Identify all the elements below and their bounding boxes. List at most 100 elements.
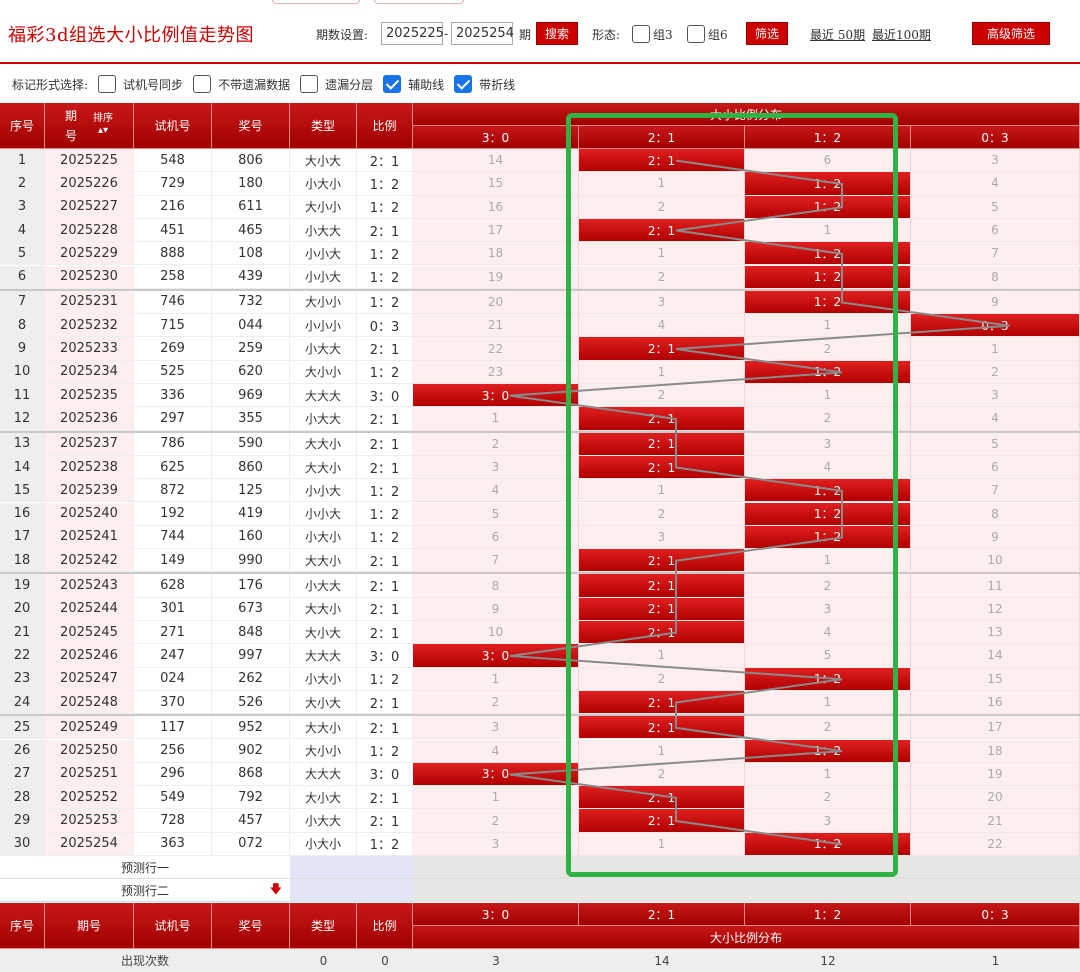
trend-table: 序号 期号 排序 ▴▾ 试机号 奖号 类型 比例 大小比例分布 3：0 2：1 1：… — [0, 0, 1080, 972]
dist-miss-cell: 20 — [911, 786, 1080, 810]
cell-trial: 746 — [134, 290, 212, 315]
cell-prize: 997 — [212, 644, 290, 668]
dist-hit-cell: 2：1 — [579, 809, 745, 833]
dist-miss-cell: 3 — [579, 525, 745, 550]
cell-period: 2025228 — [45, 218, 134, 243]
dist-miss-cell: 1 — [579, 479, 745, 503]
cell-prize: 259 — [212, 337, 290, 361]
cell-seq: 8 — [0, 314, 45, 338]
header-period-label: 期号 — [64, 108, 77, 143]
cell-prize: 419 — [212, 502, 290, 526]
dist-miss-cell: 1 — [579, 242, 745, 266]
dist-miss-cell: 7 — [413, 549, 579, 573]
cell-trial: 258 — [134, 265, 212, 289]
cell-period: 2025253 — [45, 809, 134, 833]
cell-period: 2025235 — [45, 384, 134, 408]
cell-type: 大大小 — [290, 716, 357, 740]
dist-miss-cell: 23 — [413, 360, 579, 384]
dist-miss-cell: 3 — [745, 809, 911, 833]
cell-period: 2025232 — [45, 314, 134, 338]
cell-prize: 180 — [212, 172, 290, 196]
cell-ratio: 2：1 — [357, 432, 413, 456]
cell-type: 大大小 — [290, 455, 357, 480]
cell-type: 大小小 — [290, 195, 357, 219]
cell-ratio: 3：0 — [357, 644, 413, 668]
cell-type: 小大大 — [290, 574, 357, 598]
header-period[interactable]: 期号 排序 ▴▾ — [45, 103, 134, 149]
dist-miss-cell: 18 — [911, 739, 1080, 763]
cell-trial: 024 — [134, 667, 212, 691]
predict-row-2-input-area[interactable] — [290, 879, 413, 902]
cell-seq: 13 — [0, 432, 45, 456]
cell-trial: 256 — [134, 739, 212, 763]
cell-trial: 269 — [134, 337, 212, 361]
cell-ratio: 2：1 — [357, 549, 413, 573]
cell-type: 小大大 — [290, 407, 357, 431]
dist-miss-cell: 2 — [413, 432, 579, 456]
down-arrow-icon[interactable]: 🡇 — [270, 880, 282, 901]
cell-type: 小小大 — [290, 502, 357, 526]
dist-miss-cell: 14 — [911, 644, 1080, 668]
cell-trial: 247 — [134, 644, 212, 668]
predict-row-1[interactable]: 预测行一 — [0, 856, 290, 879]
cell-trial: 297 — [134, 407, 212, 431]
cell-prize: 465 — [212, 218, 290, 243]
footer-header-dist-title: 大小比例分布 — [413, 926, 1080, 949]
dist-hit-cell: 1：2 — [745, 525, 911, 550]
dist-hit-cell: 1：2 — [745, 242, 911, 266]
dist-miss-cell: 5 — [413, 502, 579, 526]
cell-period: 2025239 — [45, 479, 134, 503]
cell-ratio: 1：2 — [357, 290, 413, 315]
dist-miss-cell: 8 — [911, 265, 1080, 289]
cell-ratio: 1：2 — [357, 525, 413, 550]
cell-seq: 1 — [0, 149, 45, 173]
predict-row-1-dist-area[interactable] — [413, 856, 1080, 879]
cell-trial: 872 — [134, 479, 212, 503]
cell-type: 大大小 — [290, 432, 357, 456]
cell-type: 大大小 — [290, 597, 357, 621]
cell-period: 2025237 — [45, 432, 134, 456]
dist-miss-cell: 1 — [413, 407, 579, 431]
dist-miss-cell: 2 — [745, 786, 911, 810]
predict-row-1-input-area[interactable] — [290, 856, 413, 879]
cell-period: 2025234 — [45, 360, 134, 384]
dist-hit-cell: 2：1 — [579, 455, 745, 480]
cell-seq: 16 — [0, 502, 45, 526]
footer-counts-label: 出现次数 — [0, 949, 290, 972]
cell-seq: 12 — [0, 407, 45, 431]
predict-row-2[interactable]: 预测行二 🡇 — [0, 879, 290, 902]
predict-row-2-dist-area[interactable] — [413, 879, 1080, 902]
cell-seq: 22 — [0, 644, 45, 668]
cell-type: 大大大 — [290, 644, 357, 668]
cell-type: 小大小 — [290, 525, 357, 550]
cell-period: 2025227 — [45, 195, 134, 219]
cell-trial: 548 — [134, 149, 212, 173]
cell-ratio: 2：1 — [357, 407, 413, 431]
footer-header-dist-col: 3：0 — [413, 903, 579, 926]
cell-seq: 28 — [0, 786, 45, 810]
header-dist-col: 0：3 — [911, 126, 1080, 149]
dist-miss-cell: 1 — [745, 384, 911, 408]
dist-hit-cell: 2：1 — [579, 218, 745, 243]
dist-miss-cell: 6 — [911, 455, 1080, 480]
cell-type: 小大小 — [290, 832, 357, 856]
footer-header-type: 类型 — [290, 903, 357, 949]
dist-hit-cell: 1：2 — [745, 502, 911, 526]
cell-period: 2025225 — [45, 149, 134, 173]
header-type: 类型 — [290, 103, 357, 149]
cell-period: 2025240 — [45, 502, 134, 526]
dist-hit-cell: 2：1 — [579, 407, 745, 431]
cell-ratio: 0：3 — [357, 314, 413, 338]
cell-ratio: 1：2 — [357, 667, 413, 691]
dist-miss-cell: 22 — [911, 832, 1080, 856]
dist-miss-cell: 1 — [579, 739, 745, 763]
dist-miss-cell: 1 — [745, 762, 911, 787]
dist-miss-cell: 21 — [413, 314, 579, 338]
dist-miss-cell: 3 — [579, 290, 745, 315]
dist-hit-cell: 2：1 — [579, 549, 745, 573]
cell-seq: 19 — [0, 574, 45, 598]
dist-miss-cell: 3 — [911, 149, 1080, 173]
cell-ratio: 1：2 — [357, 242, 413, 266]
header-sort[interactable]: 排序 ▴▾ — [93, 113, 113, 137]
cell-prize: 355 — [212, 407, 290, 431]
